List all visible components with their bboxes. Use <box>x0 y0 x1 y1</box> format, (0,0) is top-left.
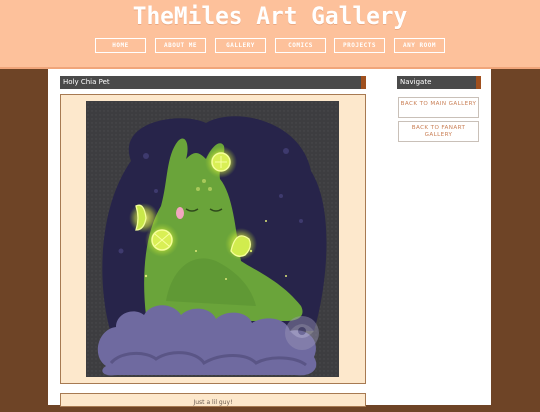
nav-gallery-button[interactable]: GALLERY <box>215 38 266 53</box>
nav-projects-button[interactable]: PROJECTS <box>334 38 385 53</box>
site-header: TheMiles Art Gallery HOME ABOUT ME GALLE… <box>0 0 540 69</box>
nav-anyroom-button[interactable]: ANY ROOM <box>394 38 445 53</box>
nav-home-button[interactable]: HOME <box>95 38 146 53</box>
sidebar-heading: Navigate <box>397 76 481 89</box>
artwork-image[interactable] <box>86 101 339 377</box>
nav-comics-button[interactable]: COMICS <box>275 38 326 53</box>
back-to-fanart-gallery-button[interactable]: BACK TO FANART GALLERY <box>398 121 479 142</box>
sparkle-icon <box>285 316 319 350</box>
site-title: TheMiles Art Gallery <box>132 2 408 30</box>
back-to-main-gallery-button[interactable]: BACK TO MAIN GALLERY <box>398 97 479 118</box>
post-title: Holy Chia Pet <box>60 76 366 89</box>
nav-about-button[interactable]: ABOUT ME <box>155 38 206 53</box>
main-nav: HOME ABOUT ME GALLERY COMICS PROJECTS AN… <box>0 38 540 55</box>
bell-icon <box>205 146 237 178</box>
